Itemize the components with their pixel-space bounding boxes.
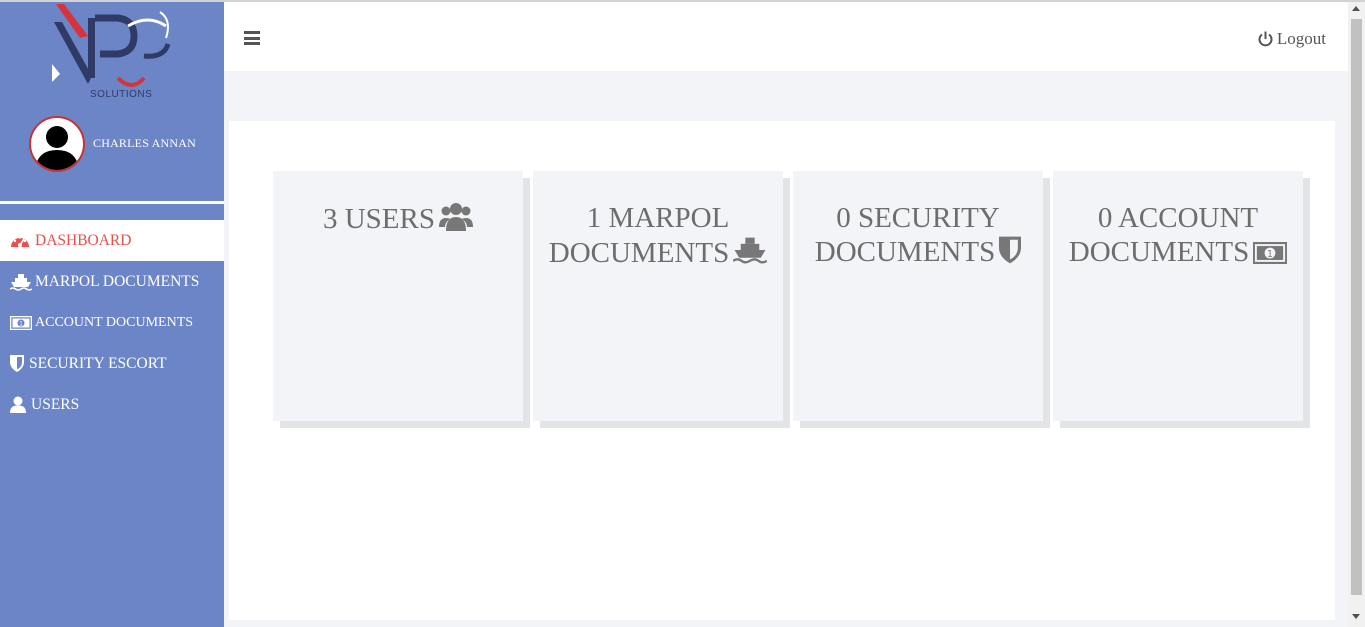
top-header: Logout: [224, 2, 1348, 71]
scroll-up-arrow-icon[interactable]: [1352, 6, 1360, 11]
users-icon: [439, 201, 473, 239]
user-icon: [10, 396, 28, 414]
nav-item-marpol-documents[interactable]: MARPOL DOCUMENTS: [0, 261, 224, 302]
money-icon: 1: [10, 314, 32, 332]
nav-label-account-documents: ACCOUNT DOCUMENTS: [35, 314, 194, 330]
sidebar-nav: DASHBOARD MARPOL DOCUMENTS 1 ACCOUNT DOC…: [0, 220, 224, 425]
card-marpol-line1: 1 MARPOL: [586, 202, 730, 234]
logout-button[interactable]: Logout: [1258, 29, 1326, 49]
sidebar-divider: [0, 201, 224, 204]
nav-item-security-escort[interactable]: SECURITY ESCORT: [0, 343, 224, 384]
money-icon: 1: [1252, 238, 1288, 272]
nav-item-account-documents[interactable]: 1 ACCOUNT DOCUMENTS: [0, 302, 224, 343]
user-avatar[interactable]: [29, 116, 85, 172]
svg-text:1: 1: [1267, 249, 1273, 260]
stat-card-account-documents[interactable]: 0 ACCOUNT DOCUMENTS 1: [1053, 171, 1303, 421]
user-name: CHARLES ANNAN: [93, 136, 196, 150]
menu-toggle-icon[interactable]: [244, 31, 260, 45]
nav-label-marpol-documents: MARPOL DOCUMENTS: [35, 272, 200, 290]
company-logo[interactable]: SOLUTIONS: [48, 4, 178, 100]
scroll-down-arrow-icon[interactable]: [1352, 614, 1360, 619]
card-users-line1: 3 USERS: [322, 203, 435, 235]
card-account-line2: DOCUMENTS: [1068, 236, 1250, 268]
dashboard-gauge-icon: [10, 232, 32, 250]
card-account-line1: 0 ACCOUNT: [1097, 202, 1259, 234]
logo-graphic: SOLUTIONS: [52, 4, 171, 100]
stat-card-users[interactable]: 3 USERS: [273, 171, 523, 421]
sidebar: SOLUTIONS CHARLES ANNAN DASHBOARD MARPOL…: [0, 2, 224, 627]
stat-card-marpol-documents[interactable]: 1 MARPOL DOCUMENTS: [533, 171, 783, 421]
card-security-line2: DOCUMENTS: [814, 236, 996, 268]
nav-label-users: USERS: [31, 395, 80, 413]
card-marpol-line2: DOCUMENTS: [548, 237, 730, 269]
ship-icon: [732, 235, 768, 273]
nav-label-security-escort: SECURITY ESCORT: [29, 354, 167, 372]
power-icon: [1258, 31, 1273, 47]
svg-text:1: 1: [19, 320, 23, 327]
scrollbar-thumb[interactable]: [1351, 19, 1362, 595]
ship-icon: [10, 273, 32, 291]
nav-item-dashboard[interactable]: DASHBOARD: [0, 220, 224, 261]
shield-icon: [10, 355, 26, 373]
nav-item-users[interactable]: USERS: [0, 384, 224, 425]
svg-text:SOLUTIONS: SOLUTIONS: [90, 89, 152, 100]
user-silhouette-icon: [35, 126, 79, 170]
nav-label-dashboard: DASHBOARD: [35, 231, 132, 249]
stat-card-security-documents[interactable]: 0 SECURITY DOCUMENTS: [793, 171, 1043, 421]
card-security-line1: 0 SECURITY: [836, 202, 1000, 234]
logout-label: Logout: [1276, 29, 1326, 48]
shield-icon: [999, 236, 1022, 272]
